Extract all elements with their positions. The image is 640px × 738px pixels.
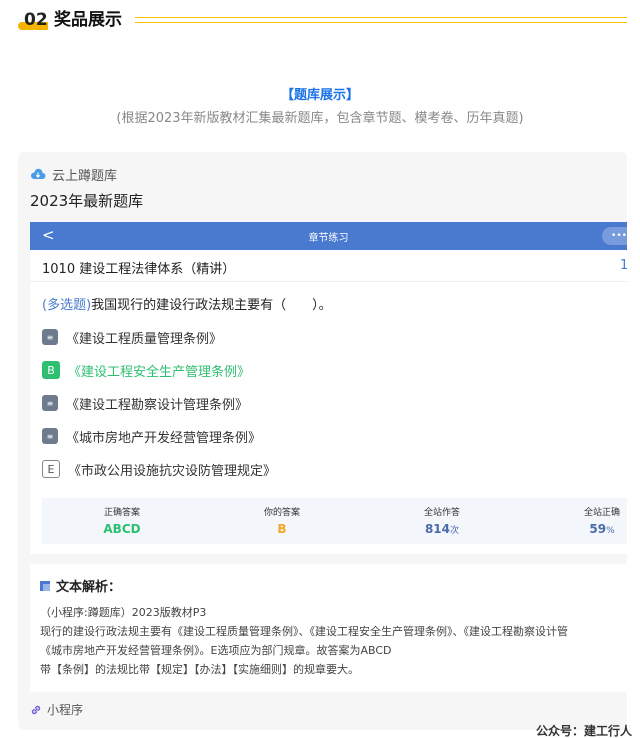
section-title: 奖品展示 (54, 10, 122, 30)
option-text: 《城市房地产开发经营管理条例》 (66, 430, 262, 446)
stat-correct-answer: 正确答案 ABCD (42, 505, 202, 536)
question-type: (多选题) (42, 298, 92, 313)
section-number-text: 02 (24, 10, 48, 30)
analysis-line: 《城市房地产开发经营管理条例》。E选项应为部门规章。故答案为ABCD (40, 644, 392, 657)
analysis-header: 文本解析： (40, 576, 121, 595)
option-text: 《市政公用设施抗灾设防管理规定》 (68, 463, 277, 479)
section-divider (135, 17, 627, 23)
document-icon (40, 580, 50, 591)
analysis-line: 带【条例】的法规比带【规定】【办法】【实施细则】的规章要大。 (40, 663, 359, 676)
app-screenshot: < 章节练习 ••• 1010 建设工程法律体系（精讲） 1 (多选题)我国现行… (30, 222, 627, 554)
option-text: 《建设工程质量管理条例》 (66, 331, 223, 347)
option-c[interactable]: ≡ 《建设工程勘察设计管理条例》 (42, 393, 248, 413)
analysis-title: 文本解析： (56, 580, 122, 595)
mini-program-link[interactable]: 小程序 (30, 701, 83, 718)
app-navbar: < 章节练习 ••• (30, 222, 627, 250)
stat-label: 全站作答 (423, 508, 460, 518)
stat-your-answer: 你的答案 B (202, 505, 362, 536)
analysis-line: （小程序:蹲题库）2023版教材P3 (40, 606, 207, 619)
option-d[interactable]: ≡ 《城市房地产开发经营管理条例》 (42, 426, 261, 446)
preview-card: 云上蹲题库 2023年最新题库 < 章节练习 ••• 1010 建设工程法律体系… (18, 152, 627, 730)
stat-value: B (277, 522, 287, 536)
option-badge-correct: B (42, 361, 60, 379)
navbar-title: 章节练习 (308, 233, 349, 244)
chapter-name: 1010 建设工程法律体系（精讲） (42, 262, 236, 277)
option-text: 《建设工程安全生产管理条例》 (68, 364, 251, 380)
mini-program-label: 小程序 (47, 703, 84, 717)
stat-correct-rate: 全站正确 59% (522, 505, 627, 536)
answer-stats: 正确答案 ABCD 你的答案 B 全站作答 814次 全站正确 59% (42, 498, 627, 544)
question-body: 我国现行的建设行政法规主要有（ ）。 (91, 298, 332, 313)
option-text: 《建设工程勘察设计管理条例》 (66, 397, 249, 413)
more-icon[interactable]: ••• (602, 227, 627, 245)
link-icon (31, 705, 41, 714)
chapter-number: 1 (620, 258, 627, 273)
card-header: 云上蹲题库 (30, 164, 117, 184)
option-e[interactable]: E 《市政公用设施抗灾设防管理规定》 (42, 459, 276, 479)
option-b[interactable]: B 《建设工程安全生产管理条例》 (42, 360, 250, 380)
stat-label: 全站正确 (583, 508, 620, 518)
stat-label: 正确答案 (103, 508, 140, 518)
app-name: 云上蹲题库 (52, 168, 118, 184)
option-badge-icon: ≡ (42, 428, 58, 444)
stat-label: 你的答案 (263, 508, 300, 518)
section-header: 02 奖品展示 (0, 0, 640, 40)
section-number: 02 (18, 8, 54, 32)
intro-desc: (根据2023年新版教材汇集最新题库，包含章节题、模考卷、历年真题) (116, 111, 524, 126)
option-a[interactable]: ≡ 《建设工程质量管理条例》 (42, 327, 222, 347)
stat-value: 59% (589, 522, 615, 536)
option-badge-icon: ≡ (42, 329, 58, 345)
option-badge-plain: E (42, 460, 60, 478)
stat-value: 814次 (424, 522, 460, 536)
stat-value: ABCD (103, 522, 141, 536)
footer-account: 公众号：建工行人 (536, 724, 633, 738)
card-title: 2023年最新题库 (30, 192, 144, 210)
option-badge-icon: ≡ (42, 395, 58, 411)
cloud-icon (30, 168, 46, 179)
intro-title: 【题库展示】 (280, 88, 359, 103)
chapter-row[interactable]: 1010 建设工程法律体系（精讲） 1 (30, 250, 627, 282)
question-text: (多选题)我国现行的建设行政法规主要有（ ）。 (42, 294, 332, 313)
analysis-panel: 文本解析： （小程序:蹲题库）2023版教材P3 现行的建设行政法规主要有《建设… (30, 564, 627, 692)
analysis-line: 现行的建设行政法规主要有《建设工程质量管理条例》、《建设工程安全生产管理条例》、… (40, 625, 568, 638)
stat-total-attempts: 全站作答 814次 (362, 505, 522, 536)
